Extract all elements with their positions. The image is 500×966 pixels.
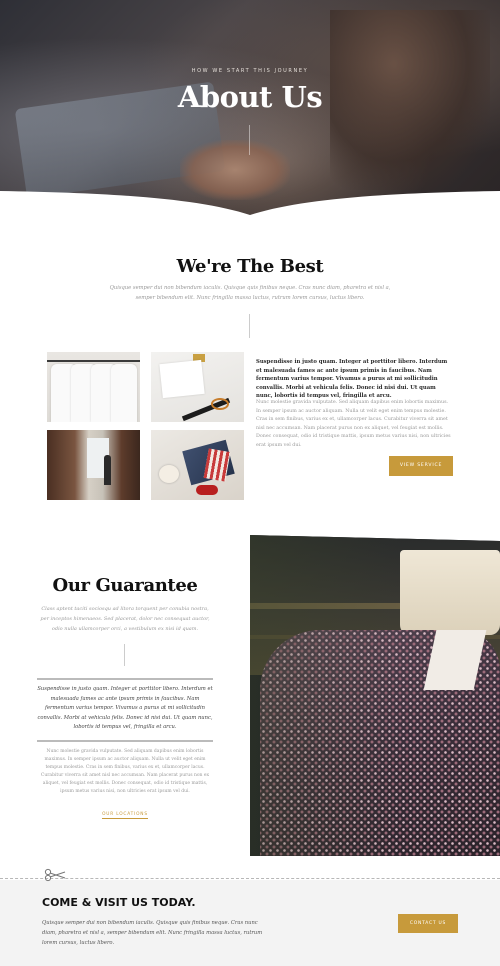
scissors-icon <box>211 398 229 410</box>
best-section-title: We're The Best <box>176 256 324 277</box>
our-locations-link-label[interactable]: OUR LOCATIONS <box>102 812 148 819</box>
guarantee-quote: Suspendisse in justo quam. Integer at po… <box>37 678 213 742</box>
shopper-figure <box>104 455 111 485</box>
dashed-cut-line <box>0 878 500 879</box>
fabric-items-photo <box>151 430 244 500</box>
thread-spool <box>159 465 179 483</box>
best-section-subtitle: Quisque semper dui non bibendum iaculis.… <box>109 285 391 301</box>
clothes-rail <box>47 360 140 362</box>
hero-kicker: HOW WE START THIS JOURNEY <box>191 68 309 74</box>
our-locations-link[interactable]: OUR LOCATIONS <box>37 812 213 819</box>
contact-us-button[interactable]: CONTACT US <box>398 914 458 933</box>
clothing-shop-photo <box>47 430 140 500</box>
best-divider <box>249 314 250 338</box>
best-lead-text: Suspendisse in justo quam. Integer at po… <box>256 359 448 400</box>
page-title: About Us <box>177 80 323 114</box>
red-shoe <box>196 485 218 495</box>
guarantee-divider <box>124 644 125 666</box>
guarantee-section-subtitle: Class aptent taciti sociosqu ad litora t… <box>40 606 210 632</box>
guarantee-body-text: Nunc molestie gravida vulputate. Sed ali… <box>40 749 210 795</box>
shirt-shape <box>111 364 137 422</box>
white-shirts-photo <box>47 352 140 422</box>
hero-curve-divider <box>0 191 500 217</box>
cta-title: COME & VISIT US TODAY. <box>42 896 196 909</box>
patterned-shirt-photo <box>250 535 500 856</box>
paper-sheet <box>159 359 205 399</box>
cta-text: Quisque semper dui non bibendum iaculis.… <box>42 920 263 947</box>
view-service-button[interactable]: VIEW SERVICE <box>389 456 453 476</box>
striped-fabric <box>203 448 231 482</box>
scissors-icon <box>44 868 66 882</box>
hero-divider <box>249 125 250 155</box>
tailoring-tools-photo <box>151 352 244 422</box>
best-body-text: Nunc molestie gravida vulputate. Sed ali… <box>256 400 451 448</box>
guarantee-section-title: Our Guarantee <box>52 575 198 596</box>
photo-tint <box>250 535 500 856</box>
